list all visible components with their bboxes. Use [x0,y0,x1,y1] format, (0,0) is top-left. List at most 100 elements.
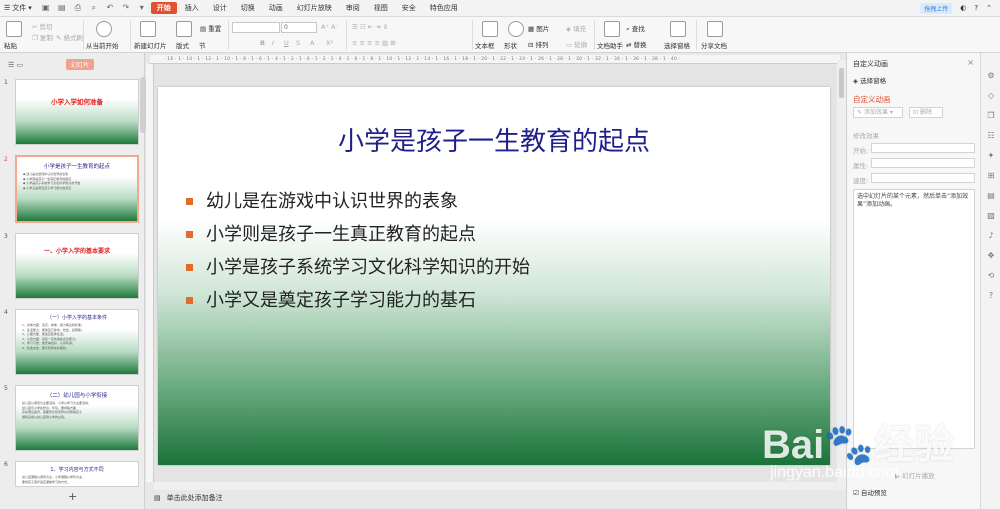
align-icons[interactable]: ≡ ≡ ≡ ≡ ▥ ⊞ [352,39,396,47]
tab-design[interactable]: 设计 [207,2,233,14]
layout-icon[interactable] [176,21,192,37]
animation-list[interactable]: 选中幻灯片的某个元素，然后单击“添加效果”添加动画。 [853,189,975,449]
layout-button[interactable]: 版式 [176,40,189,50]
layout-icon[interactable]: ▤ [986,191,996,201]
copy-style-icon[interactable]: ❐ [986,111,996,121]
slide-thumbnail-1[interactable]: 小学入学如何准备 [15,79,139,145]
adjust-icon[interactable]: ☷ [986,131,996,141]
image-icon[interactable]: ▨ [986,211,996,221]
shape-icon[interactable] [508,21,524,37]
tab-home[interactable]: 开始 [150,2,177,14]
star-icon[interactable]: ✦ [986,151,996,161]
font-color-icon[interactable]: A [310,39,314,47]
shadow-icon[interactable]: S [296,39,300,47]
reset-button[interactable]: ▤ 重置 [200,23,221,33]
italic-icon[interactable]: I [272,39,274,47]
more-icon[interactable]: ▾ [137,3,147,13]
underline-icon[interactable]: U [284,39,289,47]
tab-transition[interactable]: 切换 [235,2,261,14]
chevron-up-icon[interactable]: ⌃ [986,4,992,12]
speed-select[interactable] [871,173,975,183]
copy-button[interactable]: ❐ 复制 [32,32,53,42]
auto-preview-checkbox[interactable]: ☑ 自动预览 [853,487,887,497]
find-button[interactable]: ⌕ 查找 [626,23,645,34]
font-name-select[interactable] [232,22,280,33]
arrange-button[interactable]: ⊟ 排列 [528,39,549,49]
new-slide-icon[interactable] [140,21,156,37]
bold-icon[interactable]: B [260,39,265,47]
property-select[interactable] [871,158,975,168]
slide-bullet-list[interactable]: 幼儿是在游戏中认识世界的表象 小学则是孩子一生真正教育的起点 小学是孩子系统学习… [186,185,530,317]
share-doc-button[interactable]: 分享文档 [701,40,727,50]
slide-title[interactable]: 小学是孩子一生教育的起点 [158,121,830,158]
fill-button[interactable]: ◈ 填充 [566,23,586,33]
undo-icon[interactable]: ↶ [105,3,115,13]
save-icon[interactable]: ▣ [41,3,51,13]
shape-tool-icon[interactable]: ◇ [986,91,996,101]
outline-view-icon[interactable]: ☰ ▭ [8,61,23,69]
textbox-button[interactable]: 文本框 [475,40,495,50]
redo-icon[interactable]: ↷ [121,3,131,13]
slide-canvas[interactable]: 小学是孩子一生教育的起点 幼儿是在游戏中认识世界的表象 小学则是孩子一生真正教育… [158,87,830,465]
picture-button[interactable]: ▦ 图片 [528,23,549,33]
skin-icon[interactable]: ◐ [960,4,966,12]
new-slide-button[interactable]: 新建幻灯片 [134,40,167,50]
export-pdf-icon[interactable]: ▤ [57,3,67,13]
grow-font-icon[interactable]: A⁺ A⁻ [321,23,339,31]
tab-features[interactable]: 特色应用 [424,2,464,14]
slide-thumbnail-2[interactable]: 小学是孩子一生教育的起点 ◆ 幼儿是在游戏中认识世界的表象 ◆ 小学则是孩子一生… [15,155,139,223]
font-size-select[interactable]: 0 [281,22,317,33]
thumb-background [16,80,138,144]
cloud-upload-button[interactable]: 拖拽上传 [920,2,953,14]
tab-security[interactable]: 安全 [396,2,422,14]
puzzle-icon[interactable]: ✥ [986,251,996,261]
sound-icon[interactable]: ♪ [986,231,996,241]
share-icon[interactable] [707,21,723,37]
shape-button[interactable]: 形状 [504,40,517,50]
slide-thumbnail-3[interactable]: 一、小学入学的基本要求 [15,233,139,299]
section-button[interactable]: 节 [199,40,206,50]
file-menu[interactable]: ☰ 文件 ▾ [4,3,32,13]
textbox-icon[interactable] [482,21,498,37]
gear-icon[interactable]: ⚙ [986,71,996,81]
table-icon[interactable]: ⊞ [986,171,996,181]
select-pane-button[interactable]: 选择窗格 [664,40,690,50]
bullet-list-icon[interactable]: ☰ ☷ ⇤ ⇥ ⇕ [352,23,388,31]
slide-thumbnail-6[interactable]: 1、学习内容与方式不同 幼儿园课程以游戏为主，小学课程以学科为主， 要求孩子逐步… [15,461,139,487]
outline-button[interactable]: ▭ 轮廓 [566,39,587,49]
close-icon[interactable]: × [967,58,974,67]
help-icon[interactable]: ? [974,4,978,12]
doc-assistant-icon[interactable] [604,21,620,37]
slide-thumbnail-5[interactable]: （二）幼儿园与小学衔接 幼儿园以游戏为主要活动，小学以学习为主要活动， 幼儿园与… [15,385,139,451]
select-pane-link[interactable]: ◈ 选择窗格 [853,75,886,85]
notes-area[interactable]: ▤ 单击此处添加备注 [150,491,840,505]
tab-insert[interactable]: 插入 [179,2,205,14]
tab-review[interactable]: 审阅 [340,2,366,14]
animation-hint-text: 选中幻灯片的某个元素，然后单击“添加效果”添加动画。 [857,193,969,208]
add-effect-button[interactable]: ✎ 添加效果 ▾ [853,107,903,118]
play-from-current-button[interactable]: 从当前开始 [86,40,119,50]
history-icon[interactable]: ⟲ [986,271,996,281]
slideshow-button[interactable]: ▶ 幻灯片播放 [895,470,935,480]
scroll-thumb[interactable] [839,68,844,98]
print-preview-icon[interactable]: ⌕ [89,3,99,13]
select-pane-icon[interactable] [670,21,686,37]
format-painter-button[interactable]: ✎ 格式刷 [56,32,83,42]
print-icon[interactable]: ⎙ [73,3,83,13]
play-icon[interactable] [96,21,112,37]
doc-assistant-button[interactable]: 文档助手 [597,40,623,50]
char-spacing-icon[interactable]: X² [326,39,333,47]
slide-thumbnail-4[interactable]: （一）小学入学的基本条件 1、身体方面：身高、体重、视力等达到标准； 2、生活能… [15,309,139,375]
tab-view[interactable]: 视图 [368,2,394,14]
delete-button[interactable]: ⊡ 删除 [909,107,943,118]
help-icon[interactable]: ? [986,291,996,301]
cut-button[interactable]: ✂ 剪切 [32,21,53,31]
tab-slideshow[interactable]: 幻灯片放映 [291,2,338,14]
tab-slides[interactable]: 幻灯片 [66,59,95,70]
start-select[interactable] [871,143,975,153]
tab-animation[interactable]: 动画 [263,2,289,14]
replace-button[interactable]: ⇄ 替换 [626,39,647,49]
editor-horizontal-scrollbar[interactable] [154,482,836,490]
paste-button[interactable] [6,21,22,37]
add-slide-button[interactable]: + [68,490,77,503]
